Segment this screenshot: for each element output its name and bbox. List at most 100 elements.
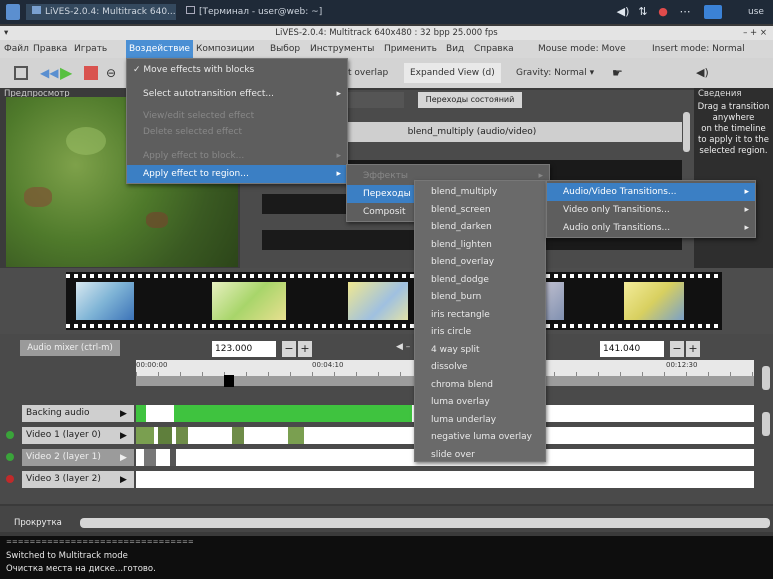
status-log: ================================ Switche…	[0, 536, 773, 579]
region-end-increment-button[interactable]: +	[686, 341, 700, 357]
mouse-mode-label[interactable]: Mouse mode: Move	[538, 40, 626, 58]
audio-block[interactable]	[174, 405, 412, 422]
track-label-backing-audio[interactable]: Backing audio	[22, 405, 134, 422]
playhead-marker[interactable]	[224, 375, 234, 387]
panel-scrollbar[interactable]	[683, 112, 690, 152]
menu-item-transition[interactable]: slide over	[415, 446, 545, 464]
region-start-decrement-button[interactable]: −	[282, 341, 296, 357]
filmstrip-thumbnail[interactable]	[544, 282, 564, 320]
menu-item-transition[interactable]: blend_darken	[415, 218, 545, 236]
filmstrip-thumbnail[interactable]	[624, 282, 684, 320]
menu-effects[interactable]: Воздействие	[126, 40, 193, 58]
chevron-right-icon: ▸	[336, 169, 341, 179]
menu-item-transition[interactable]: dissolve	[415, 358, 545, 376]
track-indicator	[6, 453, 14, 461]
clock-icon[interactable]: ⋯	[678, 5, 692, 19]
expanded-view-button[interactable]: Expanded View (d)	[404, 63, 501, 83]
track-indicator	[6, 475, 14, 483]
menu-item-transition[interactable]: blend_dodge	[415, 271, 545, 289]
menu-item-transition[interactable]: chroma blend	[415, 376, 545, 394]
audio-block[interactable]	[136, 405, 146, 422]
filmstrip-thumbnail[interactable]	[348, 282, 408, 320]
menu-item-transition[interactable]: iris rectangle	[415, 306, 545, 324]
video-block[interactable]	[136, 427, 154, 444]
track-label-video-1[interactable]: Video 1 (layer 0)	[22, 427, 134, 444]
menu-play[interactable]: Играть	[74, 40, 107, 58]
region-start-increment-button[interactable]: +	[298, 341, 312, 357]
window-menu-icon[interactable]: ▾	[4, 26, 8, 40]
expand-arrow-icon[interactable]: ▶	[120, 431, 127, 441]
insert-mode-label[interactable]: Insert mode: Normal	[652, 40, 745, 58]
region-start-field[interactable]: 123.000	[212, 341, 276, 357]
expand-arrow-icon[interactable]: ▶	[120, 409, 127, 419]
track-lane-video-3[interactable]	[136, 471, 754, 488]
menu-item-transition[interactable]: luma underlay	[415, 411, 545, 429]
video-block[interactable]	[158, 427, 172, 444]
volume-icon[interactable]: ◀)	[616, 5, 630, 19]
tracks-scrollbar[interactable]	[762, 412, 770, 436]
stop-icon[interactable]	[84, 66, 98, 80]
track-label-video-2[interactable]: Video 2 (layer 1)	[22, 449, 134, 466]
video-block[interactable]	[288, 427, 304, 444]
menu-item-move-effects[interactable]: ✓ Move effects with blocks	[127, 61, 347, 79]
expand-arrow-icon[interactable]: ▶	[120, 453, 127, 463]
filmstrip-thumbnail[interactable]	[212, 282, 286, 320]
menu-file[interactable]: Файл	[4, 40, 29, 58]
menu-item-transition[interactable]: blend_overlay	[415, 253, 545, 271]
menu-compositions[interactable]: Композиции	[196, 40, 255, 58]
clip-icon[interactable]	[14, 66, 28, 80]
menu-item-apply-to-region[interactable]: Apply effect to region... ▸	[127, 165, 347, 183]
video-block[interactable]	[170, 449, 176, 466]
menu-item-delete-effect[interactable]: Delete selected effect	[127, 123, 347, 141]
taskbar-app-lives[interactable]: LiVES-2.0.4: Multitrack 640...	[26, 4, 176, 20]
vertical-scrollbar[interactable]	[762, 366, 770, 390]
track-label-video-3[interactable]: Video 3 (layer 2)	[22, 471, 134, 488]
panel-tab[interactable]	[346, 92, 404, 108]
update-icon[interactable]: ●	[656, 5, 670, 19]
taskbar-app-terminal[interactable]: [Терминал - user@web: ~]	[180, 4, 330, 20]
menu-help[interactable]: Справка	[474, 40, 514, 58]
overlap-toggle[interactable]: t overlap	[348, 66, 388, 80]
menu-item-audio-only-transitions[interactable]: Audio only Transitions... ▸	[547, 219, 755, 237]
menu-selection[interactable]: Выбор	[270, 40, 300, 58]
menu-item-apply-to-block[interactable]: Apply effect to block... ▸	[127, 147, 347, 165]
menu-item-audio-video-transitions[interactable]: Audio/Video Transitions... ▸	[547, 183, 755, 201]
speaker-icon[interactable]: ◀)	[696, 66, 710, 80]
play-icon[interactable]: ▶	[60, 65, 74, 81]
menu-item-transition[interactable]: blend_screen	[415, 201, 545, 219]
menu-item-transition[interactable]: blend_burn	[415, 288, 545, 306]
menu-view[interactable]: Вид	[446, 40, 464, 58]
filmstrip-thumbnail[interactable]	[76, 282, 134, 320]
menu-item-transition[interactable]: luma overlay	[415, 393, 545, 411]
menu-edit[interactable]: Правка	[33, 40, 67, 58]
video-block[interactable]	[176, 427, 188, 444]
gravity-select[interactable]: Gravity: Normal ▾	[516, 66, 594, 80]
menu-item-transition[interactable]: blend_lighten	[415, 236, 545, 254]
menu-tools[interactable]: Инструменты	[310, 40, 374, 58]
menu-item-transition[interactable]: iris circle	[415, 323, 545, 341]
start-menu-icon[interactable]	[6, 4, 20, 20]
horizontal-scrollbar[interactable]	[80, 518, 770, 528]
desktop-icon[interactable]	[704, 5, 722, 19]
video-block[interactable]	[144, 449, 156, 466]
app-icon	[32, 6, 41, 14]
loop-icon[interactable]: ⊖	[106, 66, 120, 80]
effects-menu: ✓ Move effects with blocks Select autotr…	[126, 58, 348, 184]
menu-item-video-only-transitions[interactable]: Video only Transitions... ▸	[547, 201, 755, 219]
menu-item-select-autotransition[interactable]: Select autotransition effect... ▸	[127, 85, 347, 103]
chevron-right-icon: ▸	[744, 187, 749, 197]
network-icon[interactable]: ⇅	[636, 5, 650, 19]
region-end-decrement-button[interactable]: −	[670, 341, 684, 357]
video-block[interactable]	[232, 427, 244, 444]
menu-item-transition[interactable]: 4 way split	[415, 341, 545, 359]
audio-mixer-button[interactable]: Audio mixer (ctrl-m)	[20, 340, 120, 356]
mouse-pointer-icon[interactable]: ☛	[612, 66, 626, 80]
tab-transitions[interactable]: Переходы состояний	[418, 92, 522, 108]
window-controls[interactable]: – + ×	[743, 26, 767, 40]
menu-item-transition[interactable]: blend_multiply	[415, 183, 545, 201]
expand-arrow-icon[interactable]: ▶	[120, 475, 127, 485]
region-end-field[interactable]: 141.040	[600, 341, 664, 357]
menu-apply[interactable]: Применить	[384, 40, 437, 58]
rewind-icon[interactable]: ◀◀	[40, 66, 58, 80]
menu-item-transition[interactable]: negative luma overlay	[415, 428, 545, 446]
